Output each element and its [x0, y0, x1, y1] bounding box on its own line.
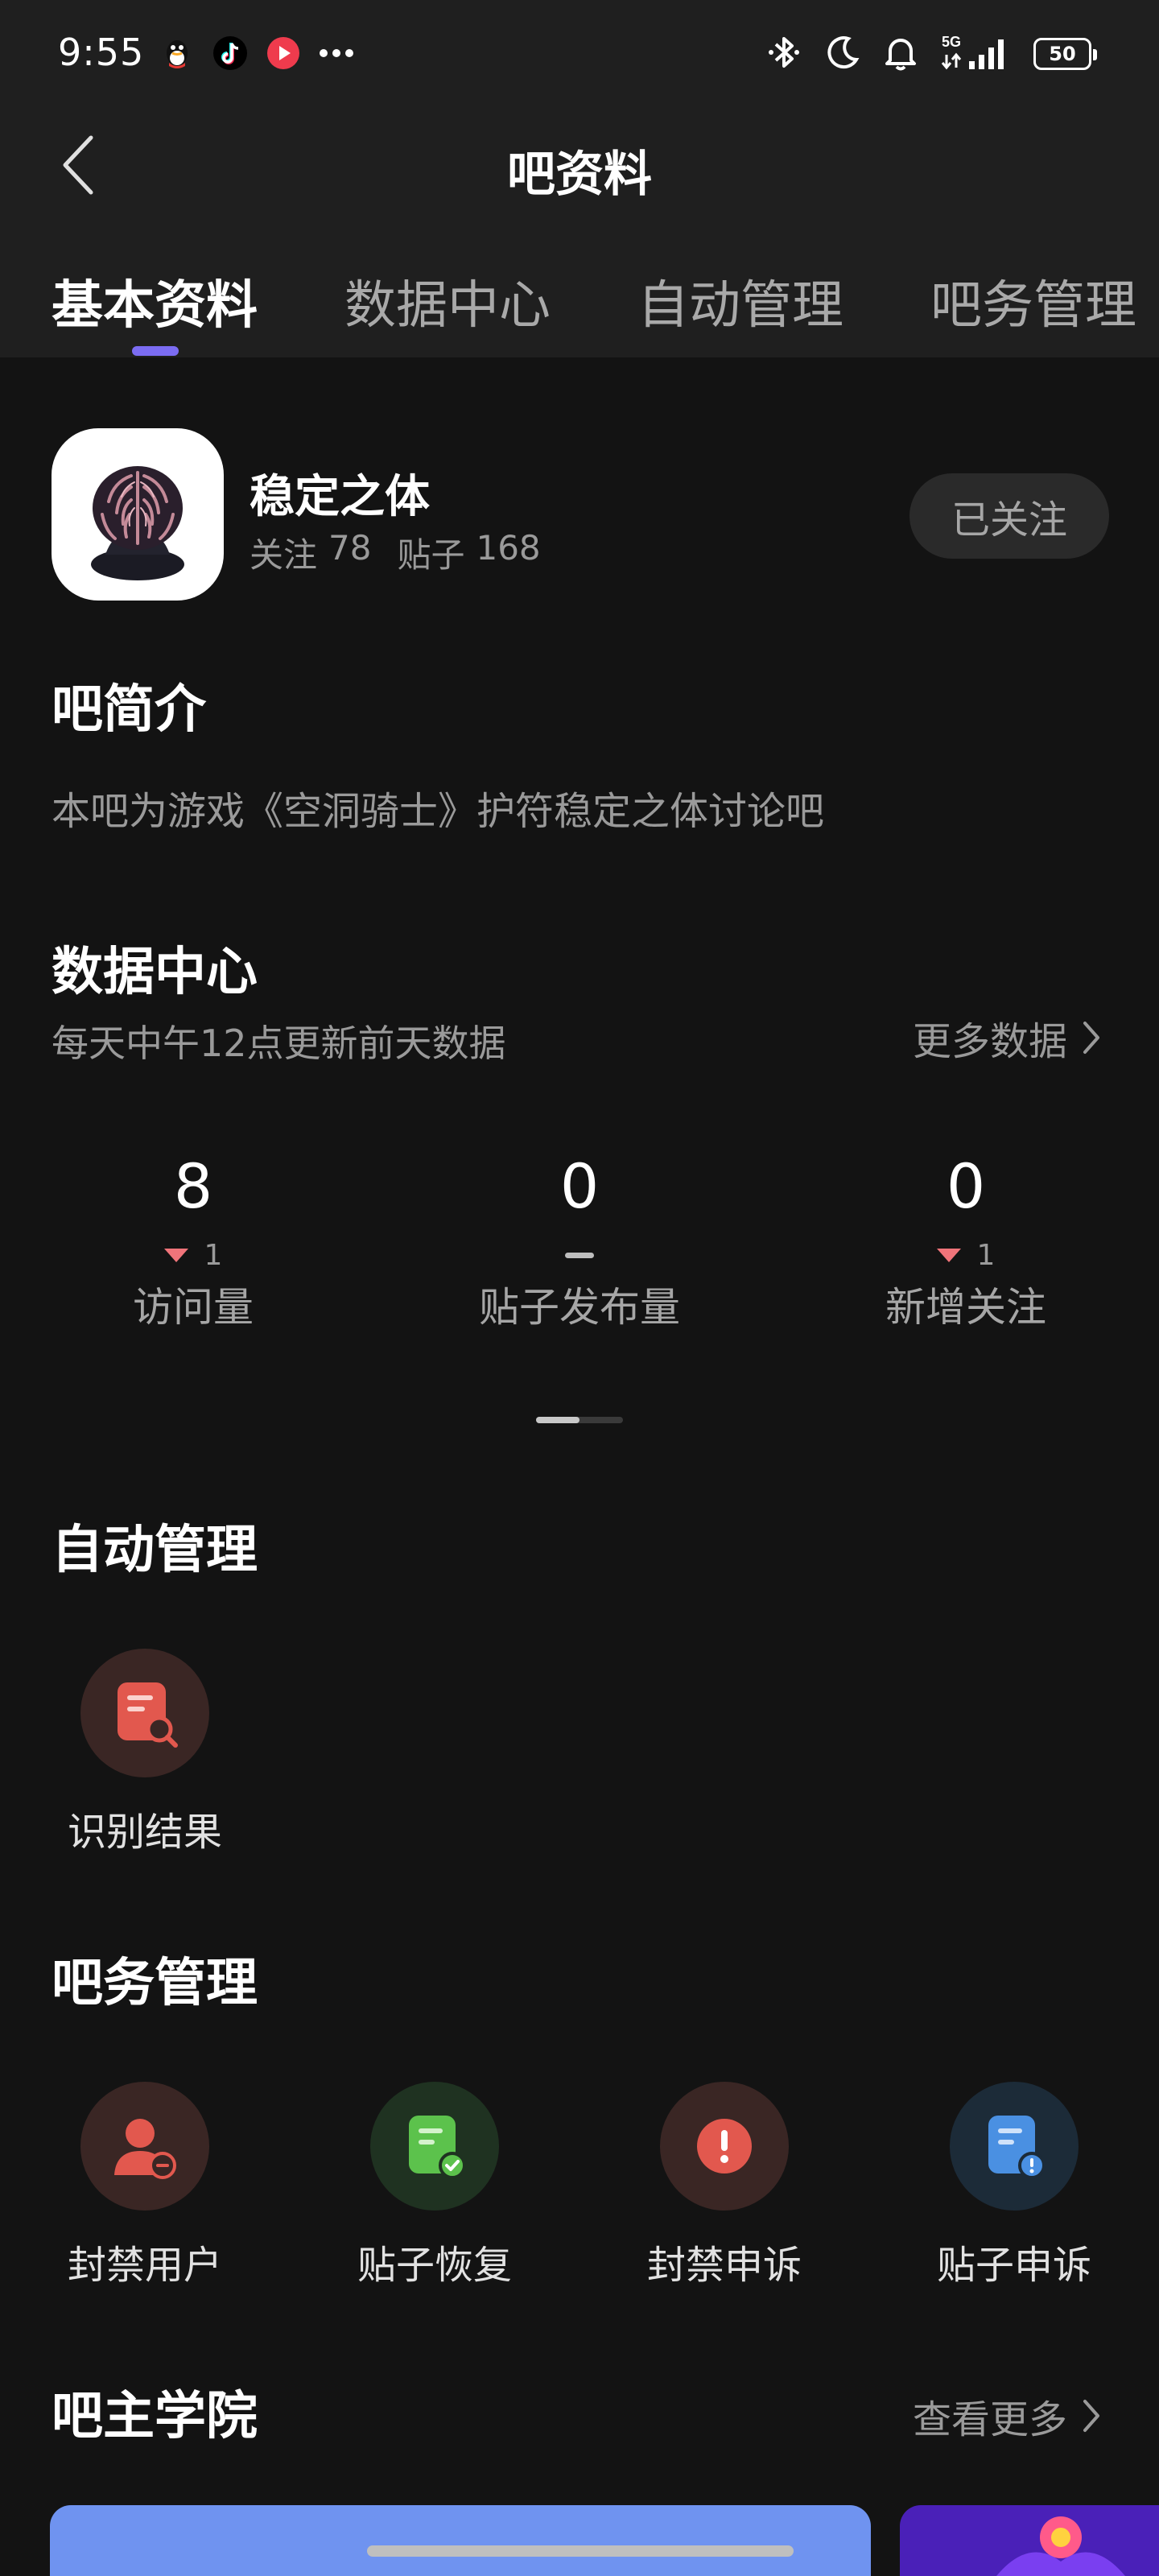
academy-banner-card-2[interactable] [900, 2505, 1159, 2576]
video-app-icon [264, 34, 303, 72]
forum-avatar[interactable] [52, 428, 224, 601]
tab-forum-manage[interactable]: 吧务管理 [930, 264, 1136, 338]
ban-user-icon [80, 2082, 209, 2211]
stats-pager[interactable] [536, 1417, 623, 1423]
tool-post-appeal[interactable]: 贴子申诉 [909, 2082, 1119, 2289]
intro-title: 吧简介 [52, 680, 206, 740]
tool-post-appeal-label: 贴子申诉 [936, 2243, 1091, 2288]
status-time: 9:55 [58, 31, 145, 74]
moon-icon [824, 34, 861, 74]
more-dots-icon [317, 34, 356, 72]
doc-search-icon [80, 1649, 209, 1777]
stat-visits-label: 访问量 [133, 1284, 254, 1331]
post-count-label: 贴子 [397, 535, 465, 575]
stat-new-followers-delta: 1 [805, 1227, 1127, 1283]
post-count: 168 [476, 528, 541, 568]
post-restore-icon [370, 2082, 499, 2211]
stat-posts-label: 贴子发布量 [479, 1284, 680, 1331]
tool-recognition-result[interactable]: 识别结果 [40, 1649, 250, 1856]
tool-ban-user[interactable]: 封禁用户 [40, 2082, 250, 2289]
status-bar: 9:55 5G 50 [0, 0, 1159, 105]
flat-dash-icon [565, 1252, 594, 1258]
stat-new-followers-delta-value: 1 [976, 1238, 996, 1272]
banner-decoration-icon [996, 2516, 1125, 2576]
stat-visits-delta-value: 1 [204, 1238, 223, 1272]
tool-recognition-result-label: 识别结果 [67, 1810, 222, 1855]
tool-ban-appeal[interactable]: 封禁申诉 [620, 2082, 829, 2289]
tab-basic-info[interactable]: 基本资料 [52, 264, 258, 338]
tool-ban-user-label: 封禁用户 [67, 2243, 222, 2288]
intro-text: 本吧为游戏《空洞骑士》护符稳定之体讨论吧 [52, 789, 825, 834]
stat-visits-delta: 1 [32, 1227, 354, 1283]
tab-data-center[interactable]: 数据中心 [344, 264, 551, 338]
signal-5g-icon: 5G [940, 32, 1013, 76]
stat-posts[interactable]: 0 贴子发布量 [419, 1146, 740, 1331]
chevron-right-icon [1083, 1022, 1099, 1054]
data-center-subtitle: 每天中午12点更新前天数据 [52, 1022, 506, 1065]
svg-text:5G: 5G [942, 34, 961, 50]
down-triangle-icon [163, 1248, 188, 1262]
down-triangle-icon [936, 1248, 961, 1262]
more-data-link[interactable]: 更多数据 [913, 1009, 1101, 1066]
tool-post-restore-label: 贴子恢复 [357, 2243, 512, 2288]
tab-bar: 基本资料 数据中心 自动管理 吧务管理 [0, 258, 1159, 357]
qq-icon [158, 34, 196, 72]
forum-manage-title: 吧务管理 [52, 1954, 258, 2013]
ban-appeal-icon [660, 2082, 789, 2211]
tool-ban-appeal-label: 封禁申诉 [646, 2243, 802, 2288]
academy-title: 吧主学院 [52, 2387, 258, 2446]
stat-visits[interactable]: 8 1 访问量 [32, 1146, 354, 1331]
stat-posts-delta [419, 1227, 740, 1283]
forum-name: 稳定之体 [250, 471, 430, 523]
data-center-title: 数据中心 [52, 943, 258, 1002]
stat-new-followers-label: 新增关注 [885, 1284, 1046, 1331]
auto-manage-title: 自动管理 [52, 1521, 258, 1580]
stat-new-followers[interactable]: 0 1 新增关注 [805, 1146, 1127, 1331]
stat-new-followers-value: 0 [946, 1150, 986, 1222]
view-more-link[interactable]: 查看更多 [913, 2388, 1101, 2444]
tool-post-restore[interactable]: 贴子恢复 [330, 2082, 539, 2289]
header-area: 9:55 5G 50 吧资料 基本资料 数据中心 自动管理 吧务管理 [0, 0, 1159, 357]
follow-count-label: 关注 [250, 535, 318, 575]
academy-banner-card[interactable] [50, 2505, 871, 2576]
view-more-label: 查看更多 [912, 2397, 1067, 2442]
followed-button[interactable]: 已关注 [909, 473, 1109, 559]
tab-auto-manage[interactable]: 自动管理 [637, 264, 843, 338]
nav-bar: 吧资料 [0, 113, 1159, 217]
post-appeal-icon [950, 2082, 1079, 2211]
stats-pager-thumb [536, 1417, 580, 1423]
chevron-right-icon [1083, 2400, 1099, 2432]
forum-stats: 关注 78 贴子 168 [250, 528, 541, 577]
bluetooth-icon [765, 33, 803, 75]
home-indicator[interactable] [367, 2545, 794, 2557]
battery-indicator: 50 [1033, 38, 1097, 70]
stat-visits-value: 8 [173, 1150, 213, 1222]
follow-count: 78 [328, 528, 372, 568]
more-data-label: 更多数据 [912, 1019, 1067, 1064]
tiktok-icon [211, 34, 250, 72]
brain-charm-image [91, 466, 184, 580]
stat-posts-value: 0 [559, 1150, 600, 1222]
bell-icon [882, 33, 919, 75]
tab-indicator [132, 346, 179, 356]
page-title: 吧资料 [507, 147, 652, 203]
